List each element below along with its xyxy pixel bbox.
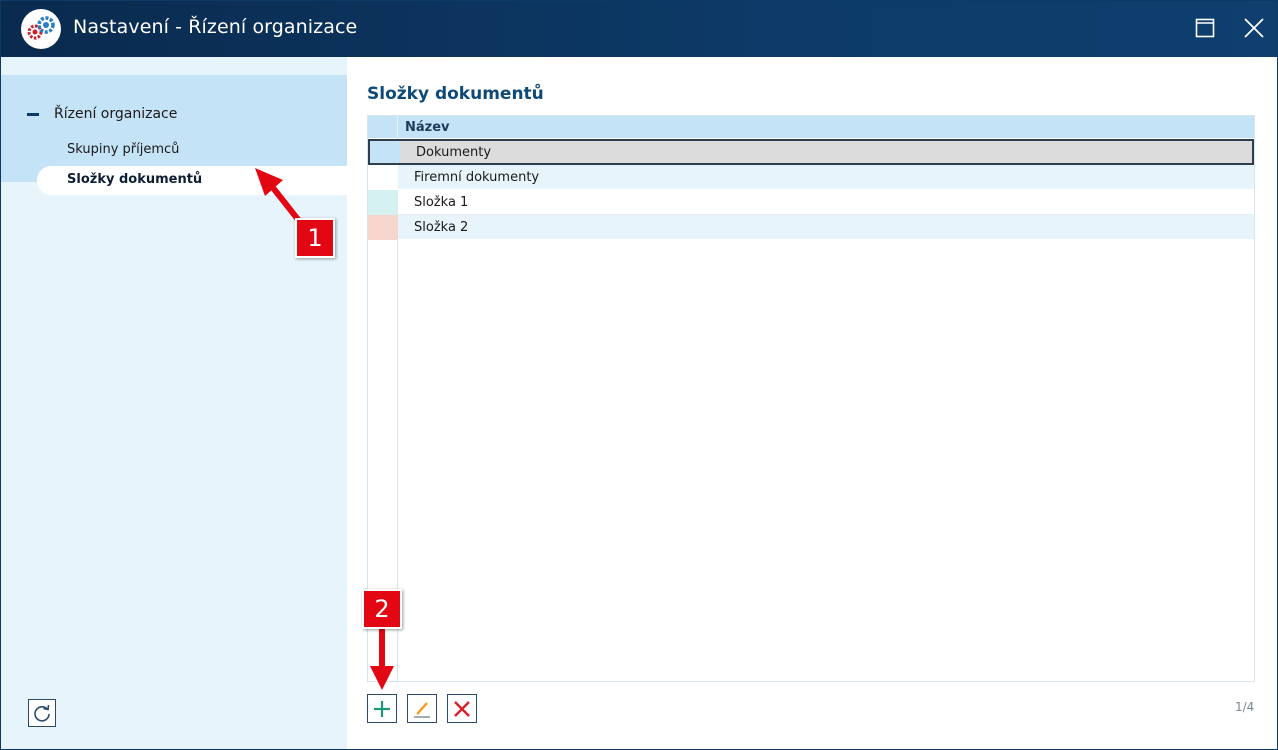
maximize-icon (1195, 18, 1215, 38)
table-row[interactable]: Složka 2 (368, 215, 1254, 240)
tree-root-label[interactable]: Řízení organizace (54, 106, 177, 122)
window-title: Nastavení - Řízení organizace (73, 16, 358, 38)
maximize-button[interactable] (1192, 15, 1218, 41)
title-bar: Nastavení - Řízení organizace (1, 1, 1277, 57)
row-color-swatch (368, 165, 398, 190)
table-row[interactable]: Dokumenty (368, 139, 1254, 165)
tree-group-rizeni-organizace: Řízení organizace Skupiny příjemců Složk… (1, 75, 347, 195)
edit-button[interactable] (407, 694, 437, 723)
main-panel: Složky dokumentů Název Dokumenty Firemní… (347, 57, 1277, 749)
sidebar-item-skupiny-prijemcu[interactable]: Skupiny příjemců (67, 142, 179, 157)
pager-count: 1/4 (1235, 700, 1255, 714)
row-name: Firemní dokumenty (414, 170, 540, 185)
row-color-swatch (368, 190, 398, 215)
refresh-icon (34, 704, 50, 722)
sidebar: Řízení organizace Skupiny příjemců Složk… (1, 57, 347, 749)
table-row[interactable]: Firemní dokumenty (368, 165, 1254, 190)
row-name: Složka 1 (414, 195, 469, 210)
grid-header: Název (368, 116, 1254, 138)
sidebar-item-slozky-dokumentu[interactable]: Složky dokumentů (67, 172, 202, 187)
add-button[interactable] (367, 694, 397, 723)
row-color-swatch (368, 215, 398, 240)
folders-grid: Název Dokumenty Firemní dokumenty Složka… (367, 115, 1255, 682)
delete-button[interactable] (447, 694, 477, 723)
row-name: Dokumenty (416, 145, 492, 160)
plus-icon (374, 701, 390, 717)
close-icon (1244, 18, 1264, 38)
callout-badge-1: 1 (295, 218, 335, 258)
collapse-minus-icon[interactable] (27, 113, 39, 116)
page-title: Složky dokumentů (367, 84, 544, 104)
grid-header-color-column (368, 116, 398, 138)
callout-badge-2: 2 (362, 589, 402, 629)
table-row[interactable]: Složka 1 (368, 190, 1254, 215)
gears-icon (21, 9, 61, 49)
row-name: Složka 2 (414, 220, 469, 235)
close-button[interactable] (1241, 15, 1267, 41)
pencil-icon (414, 702, 430, 718)
settings-window: Nastavení - Řízení organizace Řízení org… (0, 0, 1278, 750)
row-color-swatch (370, 141, 400, 163)
x-icon (454, 701, 470, 717)
column-header-nazev[interactable]: Název (405, 120, 450, 135)
refresh-button[interactable] (28, 699, 56, 727)
